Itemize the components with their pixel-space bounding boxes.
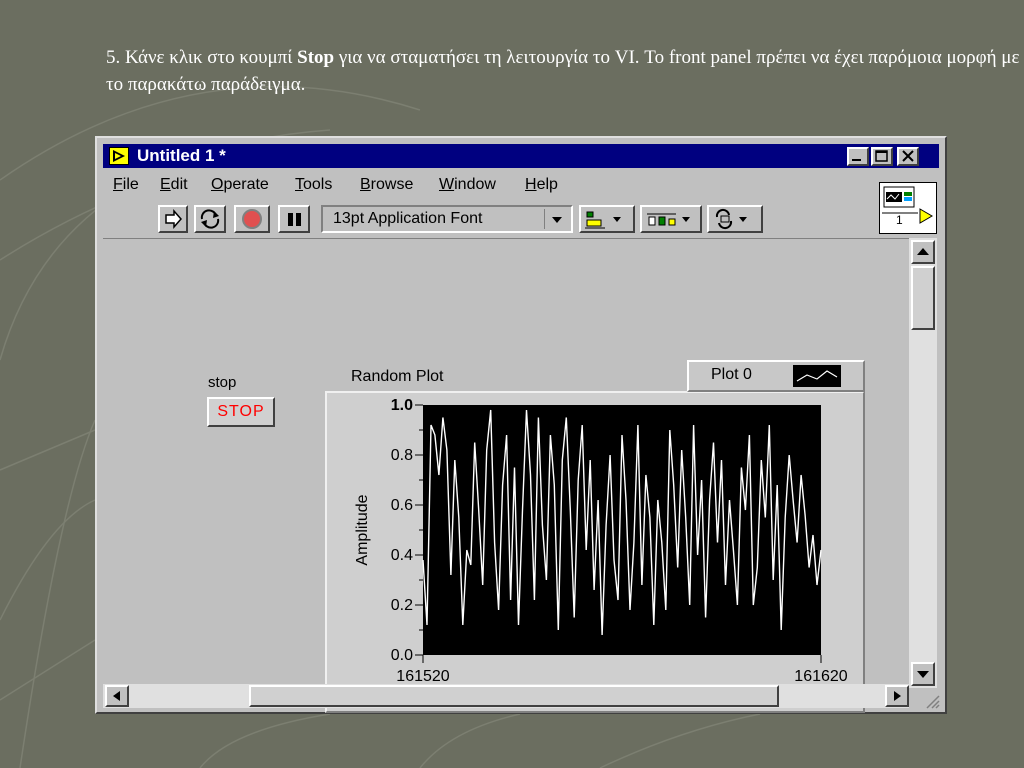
vertical-scroll-thumb[interactable]	[911, 266, 935, 330]
y-axis-label: Amplitude	[354, 494, 371, 565]
maximize-button[interactable]	[871, 147, 893, 166]
y-tick-label: 0.0	[391, 647, 413, 664]
minimize-button[interactable]	[847, 147, 869, 166]
pause-icon	[288, 213, 301, 226]
horizontal-scroll-thumb[interactable]	[249, 685, 779, 707]
pause-button[interactable]	[278, 205, 310, 233]
arrow-right-icon	[894, 691, 901, 701]
menu-browse[interactable]: Browse	[360, 176, 413, 194]
resize-grip-icon[interactable]	[921, 690, 941, 710]
labview-window: Untitled 1 * File Edit Operate Tools Bro…	[95, 136, 947, 714]
close-icon	[902, 150, 914, 162]
vi-front-panel-icon	[882, 186, 933, 224]
x-tick-label: 161620	[794, 668, 847, 685]
abort-button[interactable]	[234, 205, 270, 233]
vertical-scrollbar[interactable]	[909, 238, 937, 688]
stop-label: stop	[208, 374, 237, 391]
scroll-left-button[interactable]	[105, 685, 129, 707]
legend-label: Plot 0	[711, 366, 752, 383]
run-button[interactable]	[158, 205, 188, 233]
arrow-up-icon	[917, 248, 929, 255]
arrow-left-icon	[113, 691, 120, 701]
instruction-bold-stop: Stop	[297, 47, 335, 68]
maximize-icon	[875, 150, 888, 162]
reorder-icon	[715, 208, 747, 230]
title-bar[interactable]: Untitled 1 *	[103, 144, 939, 168]
reorder-button[interactable]	[707, 205, 763, 233]
waveform-chart: 0.00.20.40.60.81.0161520161620TimeAmplit…	[354, 397, 848, 707]
font-selector[interactable]: 13pt Application Font	[321, 205, 573, 233]
distribute-objects-icon	[647, 213, 690, 226]
align-objects-icon	[585, 211, 621, 229]
stop-button[interactable]: STOP	[207, 397, 275, 427]
continuous-run-button[interactable]	[194, 205, 226, 233]
vi-icon[interactable]: 1	[879, 182, 937, 234]
window-title: Untitled 1 *	[137, 146, 226, 165]
front-panel: stop STOP Random Plot 0.0 0.2 0.4 0.6 0.8 1.0…	[103, 238, 909, 713]
menu-file[interactable]: File	[113, 176, 139, 194]
y-tick-label: 0.2	[391, 597, 413, 614]
scroll-up-button[interactable]	[911, 240, 935, 264]
y-tick-label: 0.8	[391, 447, 413, 464]
horizontal-scrollbar[interactable]	[103, 684, 909, 708]
x-tick-label: 161520	[396, 668, 449, 685]
plot-title: Random Plot	[351, 368, 444, 385]
distribute-objects-button[interactable]	[640, 205, 702, 233]
vi-icon-number: 1	[896, 213, 903, 227]
labview-app-icon	[109, 147, 129, 165]
menu-tools[interactable]: Tools	[295, 176, 332, 194]
menu-edit[interactable]: Edit	[160, 176, 188, 194]
menu-help[interactable]: Help	[525, 176, 558, 194]
plot-legend[interactable]: Plot 0	[687, 360, 865, 392]
y-tick-label: 0.6	[391, 497, 413, 514]
y-tick-label: 0.4	[391, 547, 413, 564]
menu-window[interactable]: Window	[439, 176, 496, 194]
continuous-run-icon	[200, 209, 220, 229]
menu-operate[interactable]: Operate	[211, 176, 269, 194]
abort-icon	[242, 209, 262, 229]
scroll-right-button[interactable]	[885, 685, 909, 707]
close-button[interactable]	[897, 147, 919, 166]
instruction-text: 5. Κάνε κλικ στο κουμπί Stop για να σταμ…	[106, 47, 1020, 95]
arrow-down-icon	[917, 671, 929, 678]
run-arrow-icon	[165, 209, 182, 229]
scroll-down-button[interactable]	[911, 662, 935, 686]
legend-swatch	[793, 365, 841, 387]
align-objects-button[interactable]	[579, 205, 635, 233]
minimize-icon	[852, 159, 861, 161]
chevron-down-icon	[544, 209, 569, 229]
font-selector-value: 13pt Application Font	[333, 210, 483, 227]
y-tick-label: 1.0	[391, 397, 413, 414]
